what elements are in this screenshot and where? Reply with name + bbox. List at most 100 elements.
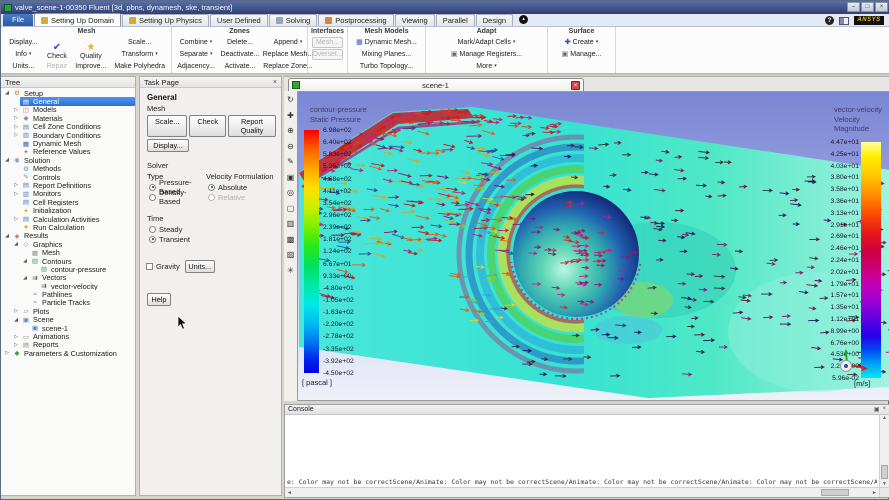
radio-steady[interactable]: Steady [149,225,281,233]
mark-adapt-cells-button[interactable]: Mark/Adapt Cells▾ [430,37,543,48]
zones-append-button[interactable]: Append▾ [264,37,312,48]
tree-collapsed-icon[interactable]: ▷ [12,107,20,113]
tree-item-scene[interactable]: ◢▣Scene [1,316,135,324]
tree-item-parameters-customization[interactable]: ▷◆Parameters & Customization [1,349,135,357]
scene-tab[interactable]: scene-1 × [288,78,584,91]
surface-manage-button[interactable]: ▣Manage... [552,49,611,60]
tree-collapsed-icon[interactable]: ▷ [12,334,20,340]
tree-item-contours[interactable]: ◢▧Contours [1,257,135,265]
tree-expanded-icon[interactable]: ◢ [3,157,11,163]
tree-collapsed-icon[interactable]: ▷ [3,350,11,356]
console-vertical-scrollbar[interactable]: ▲ ▼ [879,415,889,487]
tree-item-solution[interactable]: ◢◉Solution [1,156,135,164]
close-icon[interactable]: × [273,79,277,86]
tree-expanded-icon[interactable]: ◢ [12,317,20,323]
tree-collapsed-icon[interactable]: ▷ [12,308,20,314]
zones-replace-mesh-button[interactable]: Replace Mesh... [264,49,312,60]
check-button[interactable]: Check [189,115,226,137]
rotate-icon[interactable]: ↻ [285,94,296,106]
maximize-icon[interactable]: □ [861,2,874,12]
tree-item-materials[interactable]: ▷◆Materials [1,114,135,122]
zones-replace-zone-button[interactable]: Replace Zone... [264,61,312,72]
views-icon[interactable]: ▨ [285,249,296,261]
tree-item-setup[interactable]: ◢⚙Setup [1,89,135,97]
tree-item-vectors[interactable]: ◢⇉Vectors [1,274,135,282]
tree-item-cell-registers[interactable]: ▤Cell Registers [1,198,135,206]
console-horizontal-scrollbar[interactable]: ◄ ► [285,487,879,497]
tree-item-plots[interactable]: ▷▱Plots [1,307,135,315]
units-button[interactable]: Units... [185,260,215,273]
tree-collapsed-icon[interactable]: ▷ [12,182,20,188]
tree-item-pathlines[interactable]: ≈Pathlines [1,290,135,298]
mesh-transform-button[interactable]: Transform▾ [112,49,167,60]
close-icon[interactable]: × [875,2,888,12]
tree-item-particle-tracks[interactable]: ≈Particle Tracks [1,299,135,307]
tree-item-models[interactable]: ▷◫Models [1,106,135,114]
pan-icon[interactable]: ✚ [285,110,296,122]
tree-collapsed-icon[interactable]: ▷ [12,342,20,348]
tree-collapsed-icon[interactable]: ▷ [12,216,20,222]
tree-item-dynamic-mesh[interactable]: ▦Dynamic Mesh [1,139,135,147]
tree-item-report-definitions[interactable]: ▷▤Report Definitions [1,181,135,189]
mesh-make-polyhedra-button[interactable]: Make Polyhedra [112,61,167,72]
scale-button[interactable]: Scale... [147,115,187,137]
tab-parallel[interactable]: Parallel [436,14,475,26]
turbo-topology-button[interactable]: Turbo Topology... [352,61,421,72]
mesh-units-button[interactable]: Units... [6,61,41,72]
tree-item-scene-1[interactable]: ▣scene-1 [1,324,135,332]
scrollbar-thumb[interactable] [881,465,888,479]
console-close-icon[interactable]: × [882,406,886,413]
tab-postprocessing[interactable]: Postprocessing [318,14,393,26]
mixing-planes-button[interactable]: Mixing Planes... [352,49,421,60]
tree-item-calculation-activities[interactable]: ▷▤Calculation Activities [1,215,135,223]
report-quality-button[interactable]: Report Quality [228,115,276,137]
tree-expanded-icon[interactable]: ◢ [21,258,29,264]
minimize-icon[interactable]: – [847,2,860,12]
tree-item-cell-zone-conditions[interactable]: ▷▤Cell Zone Conditions [1,123,135,131]
zoom-box-icon[interactable]: ▣ [285,172,296,184]
tree-item-general[interactable]: ▤General [1,97,135,105]
zones-deactivate-button[interactable]: Deactivate... [220,49,260,60]
manage-registers-button[interactable]: ▣Manage Registers... [430,49,543,60]
mesh-check-button[interactable]: ✔ Check [45,37,70,60]
tree-expanded-icon[interactable]: ◢ [12,241,20,247]
tab-viewing[interactable]: Viewing [395,14,435,26]
tab-design[interactable]: Design [476,14,513,26]
scroll-up-icon[interactable]: ▲ [880,415,889,421]
help-icon[interactable]: ? [825,16,834,25]
zones-separate-button[interactable]: Separate▾ [176,49,216,60]
tree-collapsed-icon[interactable]: ▷ [12,124,20,130]
console-body[interactable]: e: Color may not be correctScene/Animate… [285,415,889,497]
scrollbar-thumb[interactable] [821,489,849,496]
tree-item-methods[interactable]: ⚙Methods [1,165,135,173]
scene-close-icon[interactable]: × [571,81,580,90]
mesh-display-button[interactable]: Display... [6,37,41,48]
resize-grip[interactable] [879,487,889,497]
tab-solving[interactable]: Solving [269,14,318,26]
tree-item-reference-values[interactable]: ✦Reference Values [1,148,135,156]
tree-item-monitors[interactable]: ▷▥Monitors [1,190,135,198]
axes-icon[interactable]: ▥ [285,218,296,230]
radio-transient[interactable]: Transient [149,235,281,243]
zones-activate-button[interactable]: Activate... [220,61,260,72]
layout-icon[interactable] [839,17,849,25]
tree-item-vector-velocity[interactable]: ⇉vector-velocity [1,282,135,290]
fit-window-icon[interactable]: ▢ [285,203,296,215]
radio-density-based[interactable]: Density-Based [149,193,204,201]
zones-adjacency-button[interactable]: Adjacency... [176,61,216,72]
tree-collapsed-icon[interactable]: ▷ [12,191,20,197]
mesh-scale-button[interactable]: Scale... [112,37,167,48]
tab-user-defined[interactable]: User Defined [210,14,268,26]
zoom-in-icon[interactable]: ⊕ [285,125,296,137]
tree-item-controls[interactable]: ✎Controls [1,173,135,181]
mesh-quality-button[interactable]: ★ Quality [73,37,108,60]
probe-icon[interactable]: ✎ [285,156,296,168]
file-menu-button[interactable]: File [3,14,33,26]
tree-collapsed-icon[interactable]: ▷ [12,132,20,138]
tree-item-results[interactable]: ◢◈Results [1,232,135,240]
adapt-more-button[interactable]: More▾ [430,61,543,72]
scroll-left-icon[interactable]: ◄ [287,490,292,496]
tree-expanded-icon[interactable]: ◢ [21,275,29,281]
viewport[interactable]: contour-pressure Static Pressure 6.98e+0… [297,91,889,401]
radio-absolute[interactable]: Absolute [208,183,281,191]
